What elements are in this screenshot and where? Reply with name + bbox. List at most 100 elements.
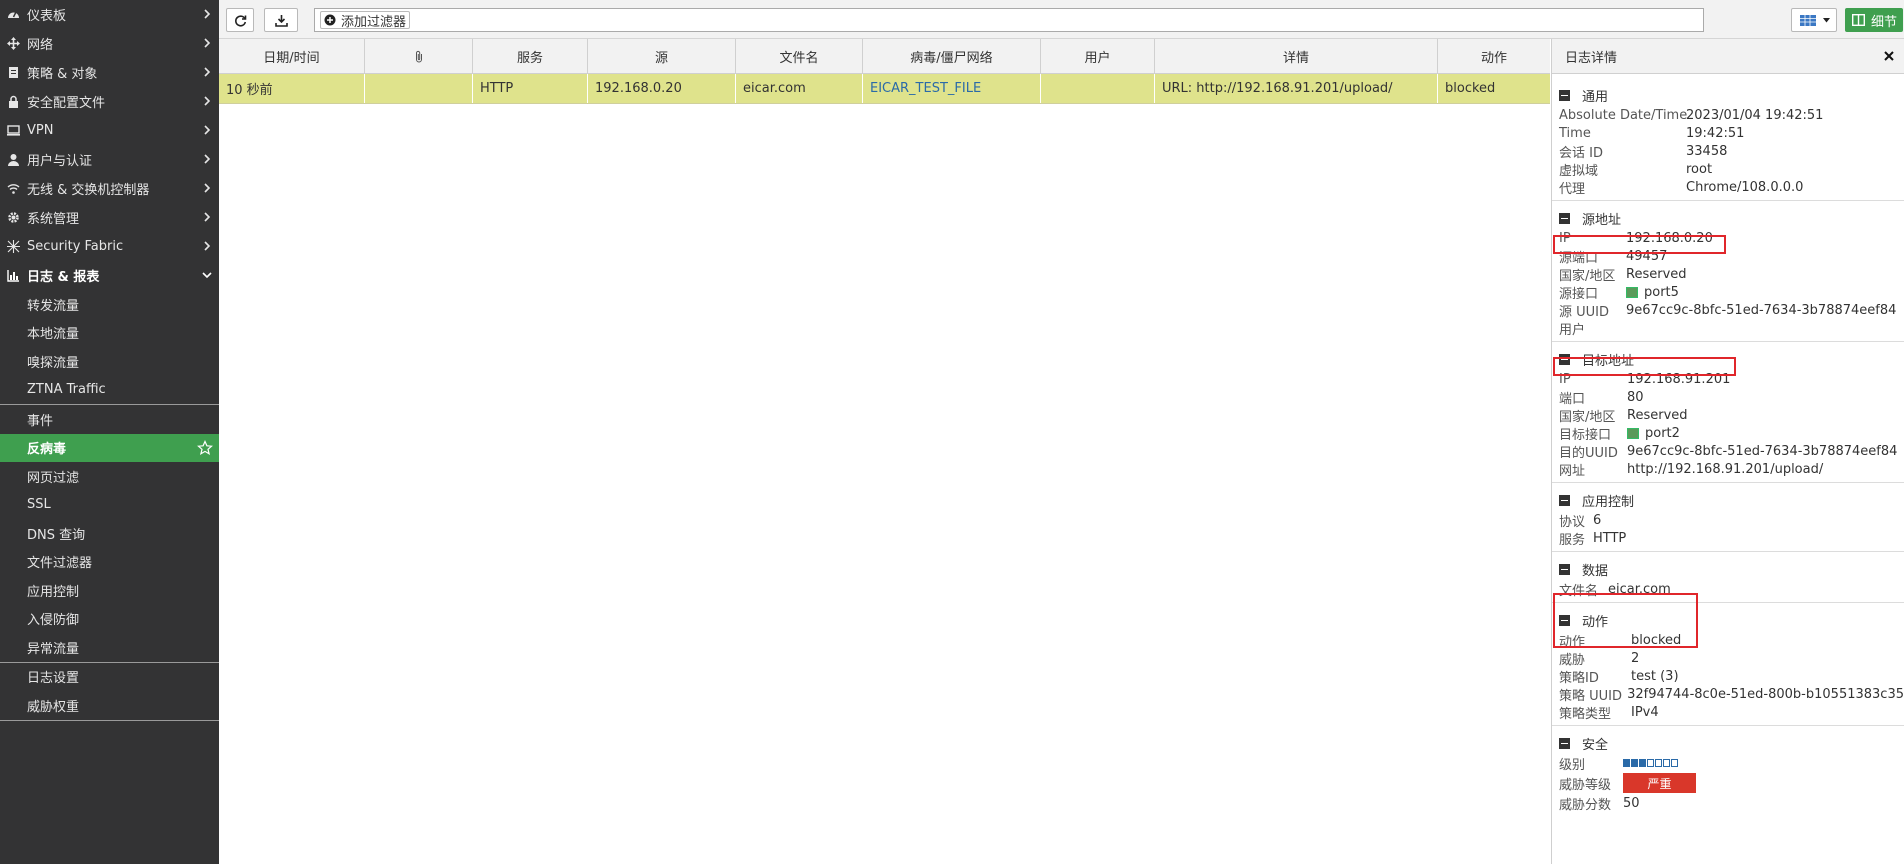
field-value: 32f94744-8c0e-51ed-800b-b10551383c35: [1627, 686, 1904, 702]
view-options-button[interactable]: [1791, 8, 1837, 32]
col-action[interactable]: 动作: [1438, 39, 1550, 73]
sidebar-item-label: 反病毒: [27, 442, 67, 458]
fabric-icon: [6, 240, 20, 254]
nav-user-auth[interactable]: 用户与认证: [0, 145, 219, 174]
field-label: Time: [1559, 125, 1591, 141]
col-service[interactable]: 服务: [473, 39, 588, 73]
col-user[interactable]: 用户: [1041, 39, 1155, 73]
nav-security-fabric[interactable]: Security Fabric: [0, 232, 219, 261]
section-dest: IP 192.168.91.201 端口 80 国家/地区 Reserved 目标接口…: [1552, 370, 1904, 483]
field-label: 目标接口: [1559, 427, 1612, 443]
add-filter-label: 添加过滤器: [341, 14, 407, 30]
section-general-header[interactable]: 通用: [1559, 84, 1904, 106]
close-icon[interactable]: [1882, 49, 1896, 63]
vpn-icon: [6, 124, 20, 138]
section-general: Absolute Date/Time 2023/01/04 19:42:51 Ti…: [1552, 106, 1904, 201]
sidebar-item-app-control[interactable]: 应用控制: [0, 576, 219, 605]
user-icon: [6, 153, 20, 167]
download-button[interactable]: [264, 8, 298, 32]
refresh-button[interactable]: [226, 8, 254, 32]
field-label: 服务: [1559, 532, 1586, 548]
nav-label: 网络: [27, 38, 54, 53]
sidebar-item-dns-query[interactable]: DNS 查询: [0, 519, 219, 548]
policy-icon: [6, 66, 20, 80]
sidebar-item-ssl[interactable]: SSL: [0, 491, 219, 520]
field-value: root: [1686, 161, 1713, 177]
nav-system[interactable]: 系统管理: [0, 203, 219, 232]
cell-source: 192.168.0.20: [588, 74, 736, 103]
nav-label: 无线 & 交换机控制器: [27, 183, 150, 198]
section-title: 通用: [1582, 89, 1609, 105]
col-source[interactable]: 源: [588, 39, 736, 73]
sidebar-item-sniffer-traffic[interactable]: 嗅探流量: [0, 347, 219, 376]
col-filename[interactable]: 文件名: [736, 39, 863, 73]
col-details[interactable]: 详情: [1155, 39, 1438, 73]
sidebar-item-log-settings[interactable]: 日志设置: [0, 663, 219, 692]
col-virus[interactable]: 病毒/僵尸网络: [863, 39, 1041, 73]
add-filter-button[interactable]: 添加过滤器: [320, 11, 411, 30]
log-details-panel: 日志详情 通用 Absolute Date/Time 2023/01/04 19:…: [1551, 39, 1904, 864]
col-attachment[interactable]: [365, 39, 473, 73]
nav-label: 策略 & 对象: [27, 67, 98, 82]
gear-icon: [6, 211, 20, 225]
section-security-header[interactable]: 安全: [1559, 732, 1904, 754]
field-value: IPv4: [1631, 704, 1659, 720]
cell-datetime: 10 秒前: [219, 74, 365, 103]
table-row[interactable]: 10 秒前 HTTP 192.168.0.20 eicar.com EICAR_…: [219, 74, 1550, 104]
panel-header: 日志详情: [1552, 39, 1904, 74]
collapse-icon: [1559, 737, 1570, 749]
section-data-header[interactable]: 数据: [1559, 558, 1904, 580]
sidebar-item-web-filter[interactable]: 网页过滤: [0, 462, 219, 491]
field-label: 威胁: [1559, 652, 1586, 668]
sidebar-item-anomaly[interactable]: 异常流量: [0, 633, 219, 662]
sidebar-item-threat-weight[interactable]: 威胁权重: [0, 691, 219, 720]
lock-icon: [6, 95, 20, 109]
chevron-right-icon: [204, 183, 211, 193]
highlight-box: [1553, 357, 1736, 376]
star-icon[interactable]: [197, 439, 213, 456]
field-value: 33458: [1686, 143, 1728, 159]
details-toggle-label: 细节: [1871, 14, 1898, 30]
nav-log-report[interactable]: 日志 & 报表: [0, 261, 219, 290]
chevron-right-icon: [204, 154, 211, 164]
table-header: 日期/时间 服务 源 文件名 病毒/僵尸网络 用户 详情 动作: [219, 39, 1550, 74]
chevron-right-icon: [204, 125, 211, 135]
sidebar-item-antivirus[interactable]: 反病毒: [0, 433, 219, 462]
section-app-header[interactable]: 应用控制: [1559, 489, 1904, 511]
toolbar: 添加过滤器 细节: [219, 0, 1904, 39]
field-label: 网址: [1559, 463, 1586, 479]
col-datetime[interactable]: 日期/时间: [219, 39, 365, 73]
details-toggle-button[interactable]: 细节: [1845, 8, 1903, 32]
chevron-down-icon: [202, 272, 212, 279]
plus-circle-icon: [324, 14, 336, 26]
network-icon: [6, 37, 20, 51]
nav-wifi-switch[interactable]: 无线 & 交换机控制器: [0, 174, 219, 203]
paperclip-icon: [415, 50, 422, 62]
columns-icon: [1852, 14, 1865, 26]
section-source-header[interactable]: 源地址: [1559, 207, 1904, 229]
chart-icon: [6, 269, 20, 283]
sidebar-item-local-traffic[interactable]: 本地流量: [0, 319, 219, 348]
sidebar-item-ztna-traffic[interactable]: ZTNA Traffic: [0, 376, 219, 405]
sidebar-item-file-filter[interactable]: 文件过滤器: [0, 548, 219, 577]
nav-label: 安全配置文件: [27, 96, 106, 111]
sidebar-item-events[interactable]: 事件: [0, 405, 219, 434]
field-label: 目的UUID: [1559, 445, 1618, 461]
field-value: 9e67cc9c-8bfc-51ed-7634-3b78874eef84: [1626, 302, 1897, 318]
nav-label: 日志 & 报表: [27, 270, 100, 285]
nav-security-profiles[interactable]: 安全配置文件: [0, 87, 219, 116]
nav-policy-objects[interactable]: 策略 & 对象: [0, 58, 219, 87]
field-value: 2: [1631, 650, 1640, 666]
nav-network[interactable]: 网络: [0, 29, 219, 58]
field-value: 9e67cc9c-8bfc-51ed-7634-3b78874eef84: [1627, 443, 1898, 459]
filter-input[interactable]: 添加过滤器: [314, 8, 1704, 32]
sidebar-item-forward-traffic[interactable]: 转发流量: [0, 290, 219, 319]
nav-vpn[interactable]: VPN: [0, 116, 219, 145]
cell-action: blocked: [1445, 81, 1496, 96]
level-segment: [1631, 759, 1638, 767]
sidebar-item-ips[interactable]: 入侵防御: [0, 605, 219, 634]
field-value: 6: [1593, 512, 1602, 528]
nav-label: 用户与认证: [27, 154, 93, 169]
nav-dashboard[interactable]: 仪表板: [0, 0, 219, 29]
cell-virus-link[interactable]: EICAR_TEST_FILE: [863, 74, 1041, 103]
